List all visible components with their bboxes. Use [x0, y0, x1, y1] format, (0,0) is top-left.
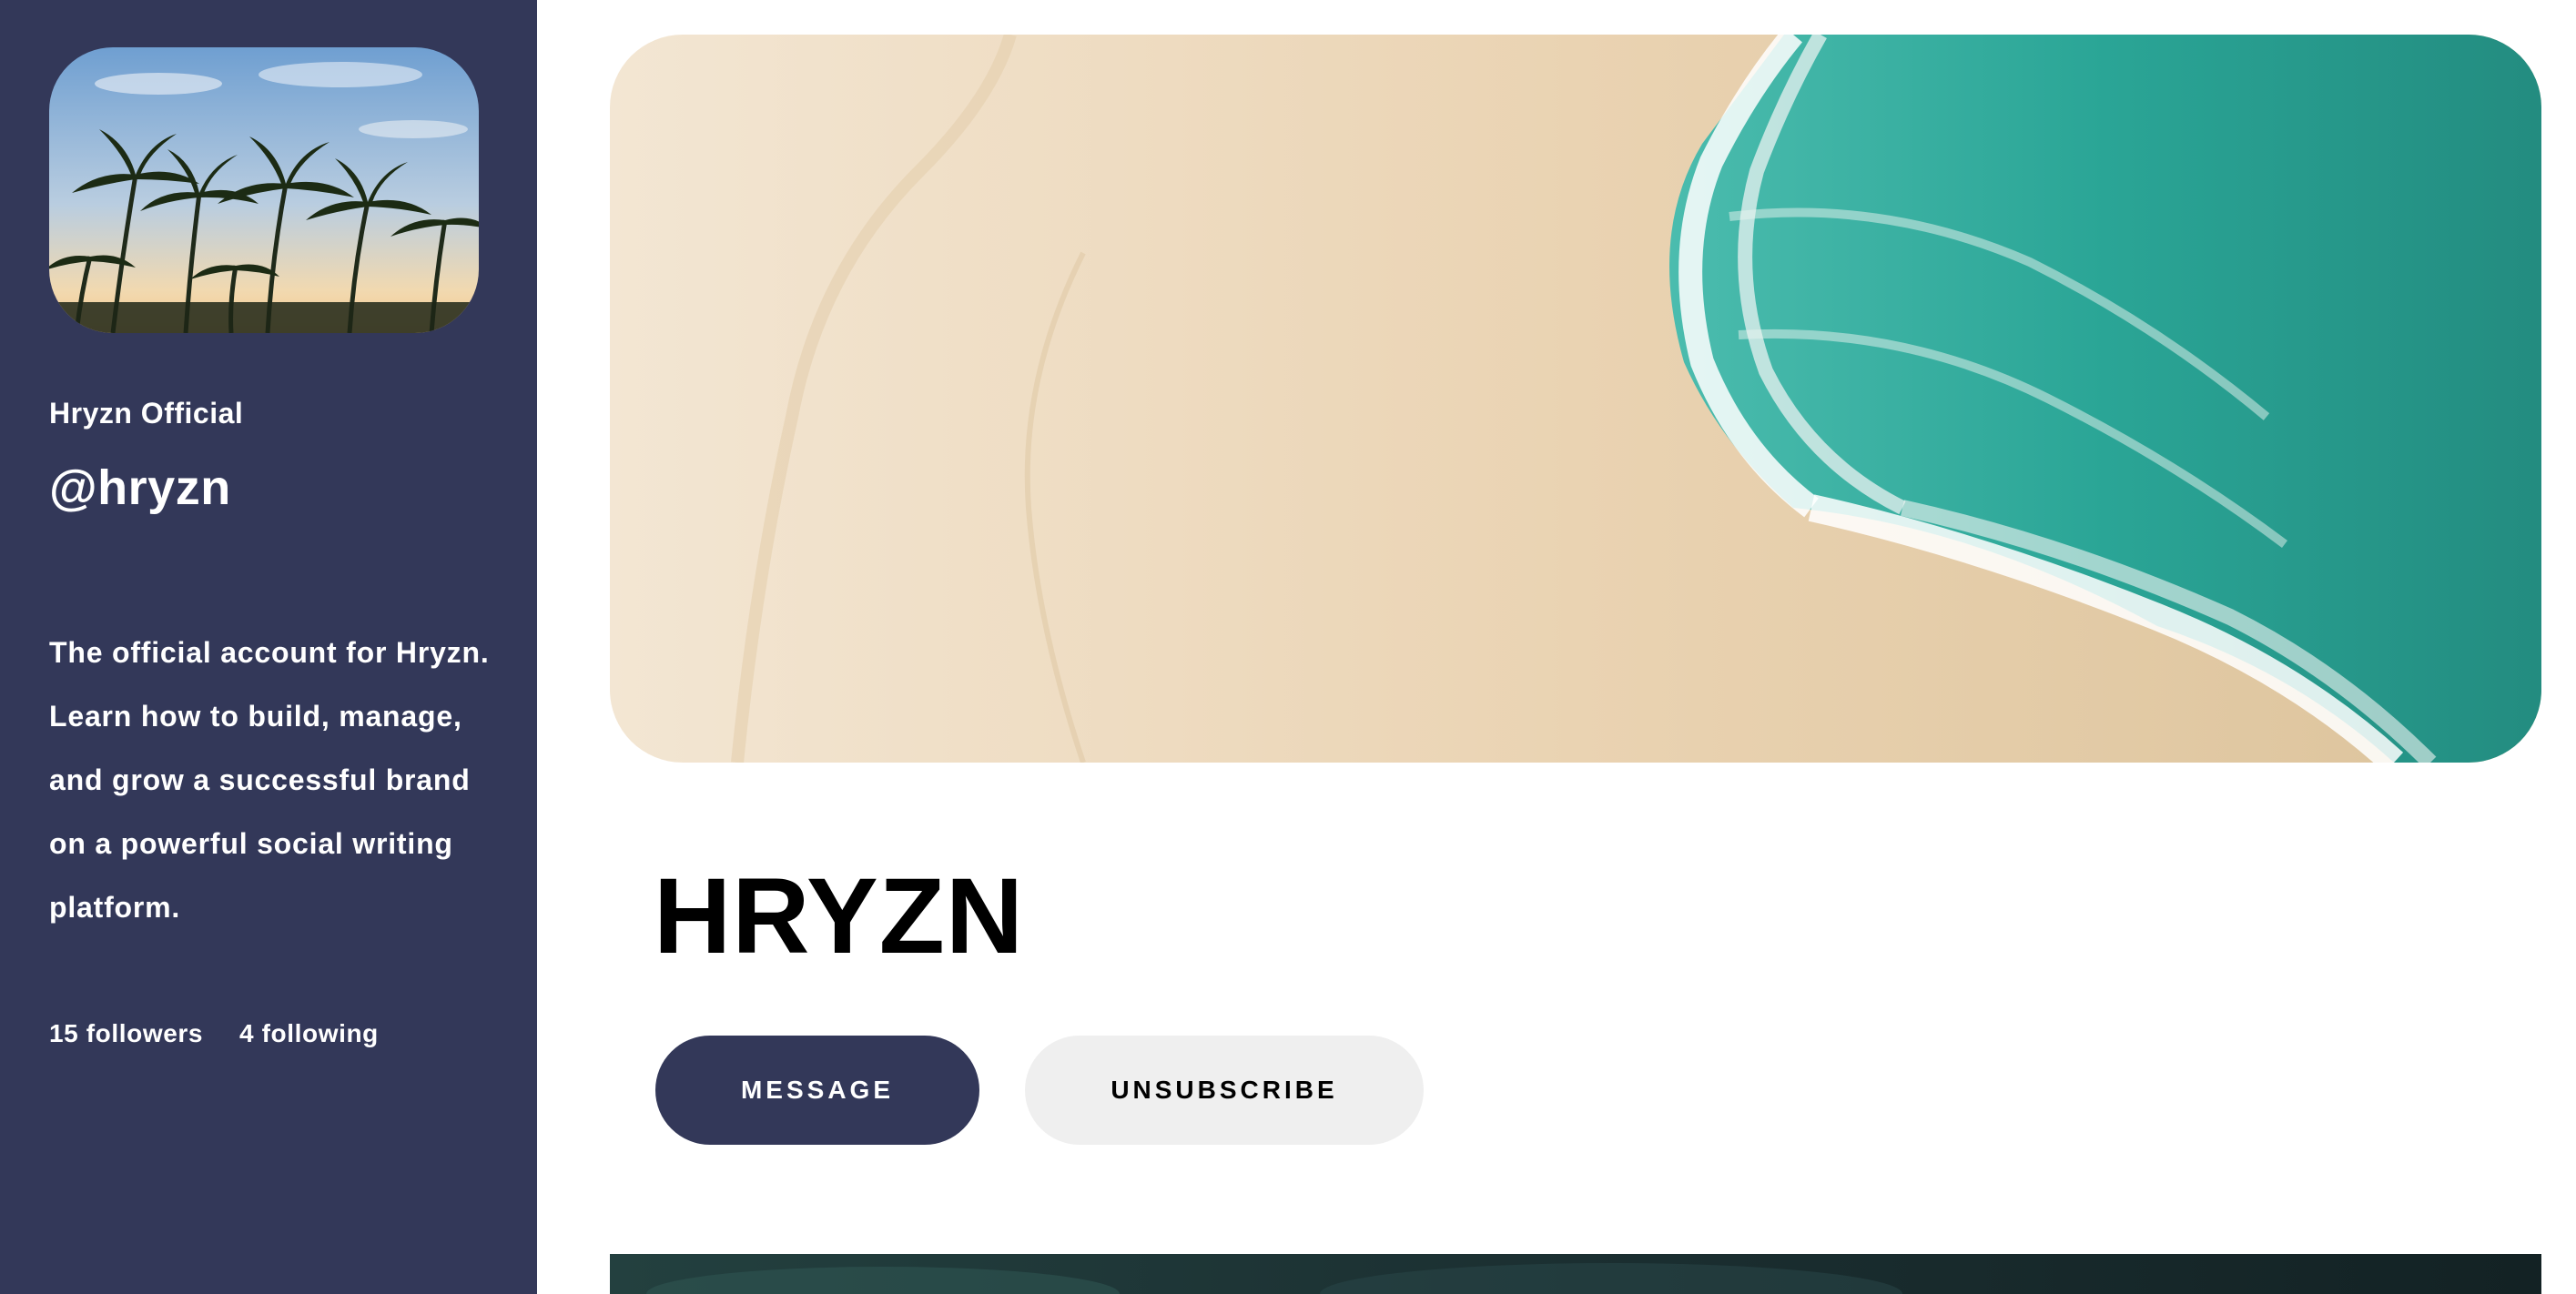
beach-waves-image — [610, 35, 2541, 763]
profile-bio: The official account for Hryzn. Learn ho… — [49, 636, 490, 924]
following-link[interactable]: 4 following — [239, 1019, 379, 1048]
palm-trees-image — [49, 47, 479, 333]
dark-landscape-image — [610, 1254, 2541, 1294]
profile-sidebar: Hryzn Official @hryzn The official accou… — [0, 0, 537, 1294]
profile-handle: @hryzn — [49, 460, 231, 515]
post-cover-image — [610, 1254, 2541, 1294]
profile-page: Hryzn Official @hryzn The official accou… — [0, 0, 2576, 1294]
cover-image — [610, 35, 2541, 763]
display-name: Hryzn Official — [49, 397, 244, 430]
profile-avatar — [49, 47, 479, 333]
message-button[interactable]: MESSAGE — [655, 1036, 979, 1145]
followers-link[interactable]: 15 followers — [49, 1019, 203, 1048]
follow-stats: 15 followers 4 following — [49, 1019, 379, 1048]
brand-title: HRYZN — [654, 856, 1025, 976]
unsubscribe-button[interactable]: UNSUBSCRIBE — [1025, 1036, 1424, 1145]
